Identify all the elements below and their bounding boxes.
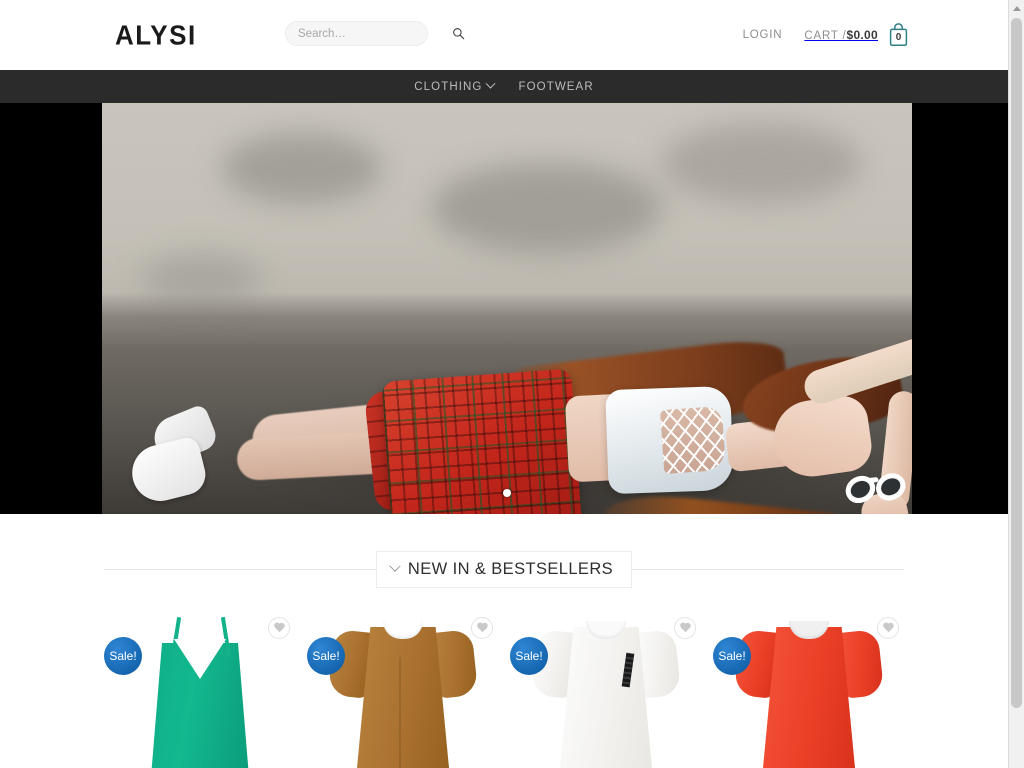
- heart-icon: [274, 623, 285, 633]
- heart-icon: [477, 623, 488, 633]
- product-card-tan-top[interactable]: Sale!: [301, 609, 504, 768]
- lace-detail: [659, 405, 727, 475]
- site-header: ALYSI LOGIN CART / $0.00: [0, 0, 1008, 70]
- garment-tee: [528, 617, 684, 768]
- nav-label-clothing: CLOTHING: [414, 80, 483, 93]
- garment-tee: [731, 617, 887, 768]
- sale-badge: Sale!: [510, 637, 548, 675]
- cart-item-count: 0: [895, 31, 902, 43]
- wishlist-button[interactable]: [877, 617, 899, 639]
- product-card-white-tee[interactable]: Sale!: [504, 609, 707, 768]
- chevron-down-icon: [389, 560, 401, 572]
- wishlist-button[interactable]: [674, 617, 696, 639]
- search-input[interactable]: [298, 27, 452, 40]
- product-grid: Sale! Sale! Sale! Sale!: [98, 609, 910, 768]
- section-heading: NEW IN & BESTSELLERS: [104, 550, 904, 588]
- cart-total: $0.00: [846, 28, 878, 42]
- garment-tee: [325, 617, 481, 768]
- heart-icon: [680, 623, 691, 633]
- nav-item-clothing[interactable]: CLOTHING: [414, 78, 496, 93]
- product-card-coral-tee[interactable]: Sale!: [707, 609, 910, 768]
- hero-model: [102, 103, 912, 514]
- sale-badge: Sale!: [713, 637, 751, 675]
- main-navigation: CLOTHING FOOTWEAR: [0, 70, 1008, 103]
- heart-icon: [883, 623, 894, 633]
- section-title-box[interactable]: NEW IN & BESTSELLERS: [375, 550, 633, 588]
- carousel-dot-1[interactable]: [503, 489, 511, 497]
- new-in-section: NEW IN & BESTSELLERS Sale! Sale! Sale! S…: [0, 514, 1008, 768]
- nav-label-footwear: FOOTWEAR: [518, 80, 594, 93]
- login-link[interactable]: LOGIN: [743, 22, 783, 48]
- carousel-dots[interactable]: [102, 489, 912, 497]
- header-actions: LOGIN CART / $0.00 0: [743, 22, 910, 48]
- vertical-scrollbar[interactable]: [1008, 0, 1024, 768]
- garment-camisole: [144, 616, 256, 768]
- scroll-up-arrow-icon[interactable]: [1009, 0, 1024, 16]
- hero-banner[interactable]: [0, 103, 1008, 514]
- browser-viewport: ALYSI LOGIN CART / $0.00: [0, 0, 1008, 768]
- sale-badge: Sale!: [307, 637, 345, 675]
- cart-link[interactable]: CART / $0.00: [804, 28, 878, 42]
- shopping-bag-icon[interactable]: 0: [887, 22, 910, 48]
- site-logo[interactable]: ALYSI: [115, 19, 197, 51]
- wishlist-button[interactable]: [268, 617, 290, 639]
- nav-item-footwear[interactable]: FOOTWEAR: [518, 81, 593, 93]
- hero-video[interactable]: [102, 103, 912, 514]
- page-title: NEW IN & BESTSELLERS: [407, 559, 614, 578]
- product-card-green-camisole[interactable]: Sale!: [98, 609, 301, 768]
- sale-badge: Sale!: [104, 637, 142, 675]
- wishlist-button[interactable]: [471, 617, 493, 639]
- search-box[interactable]: [285, 21, 465, 46]
- scrollbar-thumb[interactable]: [1011, 18, 1022, 708]
- search-icon[interactable]: [452, 27, 465, 40]
- chevron-down-icon: [486, 78, 496, 89]
- page-root: ALYSI LOGIN CART / $0.00: [0, 0, 1024, 768]
- cart-label: CART /: [804, 30, 847, 42]
